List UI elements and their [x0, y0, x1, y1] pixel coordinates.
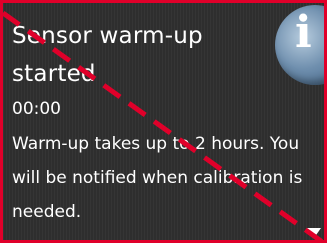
notification-screen: i Sensor warm-up started 00:00 Warm-up t…	[0, 0, 327, 243]
scroll-down-arrow-icon[interactable]	[307, 228, 321, 238]
info-glyph: i	[295, 7, 312, 58]
notification-time: 00:00	[12, 99, 61, 119]
info-icon: i	[275, 5, 324, 85]
notification-title: Sensor warm-up started	[12, 23, 203, 87]
notification-message: Warm-up takes up to 2 hours. You will be…	[12, 134, 303, 222]
